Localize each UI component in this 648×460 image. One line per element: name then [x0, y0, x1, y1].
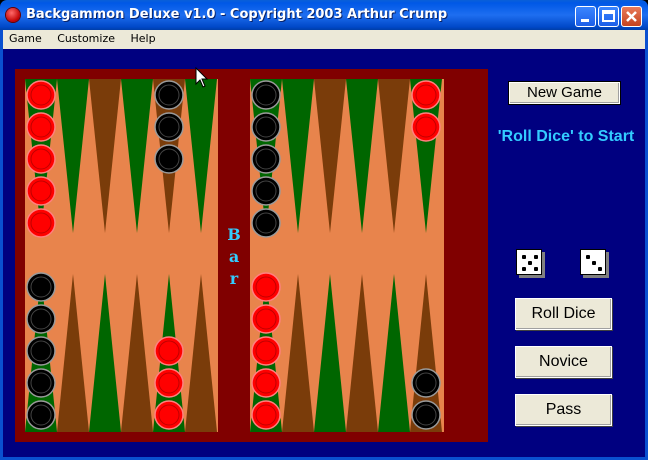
new-game-button[interactable]: New Game — [508, 81, 621, 105]
die-left[interactable] — [516, 249, 542, 275]
bar-label-letter: r — [230, 269, 239, 288]
die-pip — [534, 255, 538, 259]
maximize-icon — [602, 10, 615, 22]
app-icon — [6, 8, 20, 22]
die-pip — [598, 267, 602, 271]
game-area: Bar New Game 'Roll Dice' to Start Roll D… — [3, 49, 645, 457]
menu-customize[interactable]: Customize — [51, 30, 121, 45]
window-title: Backgammon Deluxe v1.0 - Copyright 2003 … — [26, 7, 448, 22]
die-pip — [586, 255, 590, 259]
status-message: 'Roll Dice' to Start — [497, 128, 635, 145]
pass-button[interactable]: Pass — [515, 394, 612, 426]
minimize-button[interactable] — [575, 6, 596, 27]
die-right[interactable] — [580, 249, 606, 275]
minimize-icon — [581, 19, 589, 22]
bar-label-letter: B — [227, 225, 241, 244]
roll-dice-button[interactable]: Roll Dice — [515, 298, 612, 330]
close-button[interactable] — [621, 6, 642, 27]
die-pip — [522, 267, 526, 271]
mouse-cursor-icon — [195, 67, 209, 88]
menu-bar: Game Customize Help — [3, 30, 645, 49]
menu-game[interactable]: Game — [3, 30, 48, 45]
die-pip — [534, 267, 538, 271]
close-icon — [626, 11, 637, 22]
die-pip — [522, 255, 526, 259]
novice-button[interactable]: Novice — [515, 346, 612, 378]
menu-help[interactable]: Help — [125, 30, 162, 45]
die-pip — [528, 261, 532, 265]
maximize-button[interactable] — [598, 6, 619, 27]
bar-label-letter: a — [229, 247, 239, 266]
die-pip — [592, 261, 596, 265]
title-bar[interactable]: Backgammon Deluxe v1.0 - Copyright 2003 … — [0, 0, 648, 30]
